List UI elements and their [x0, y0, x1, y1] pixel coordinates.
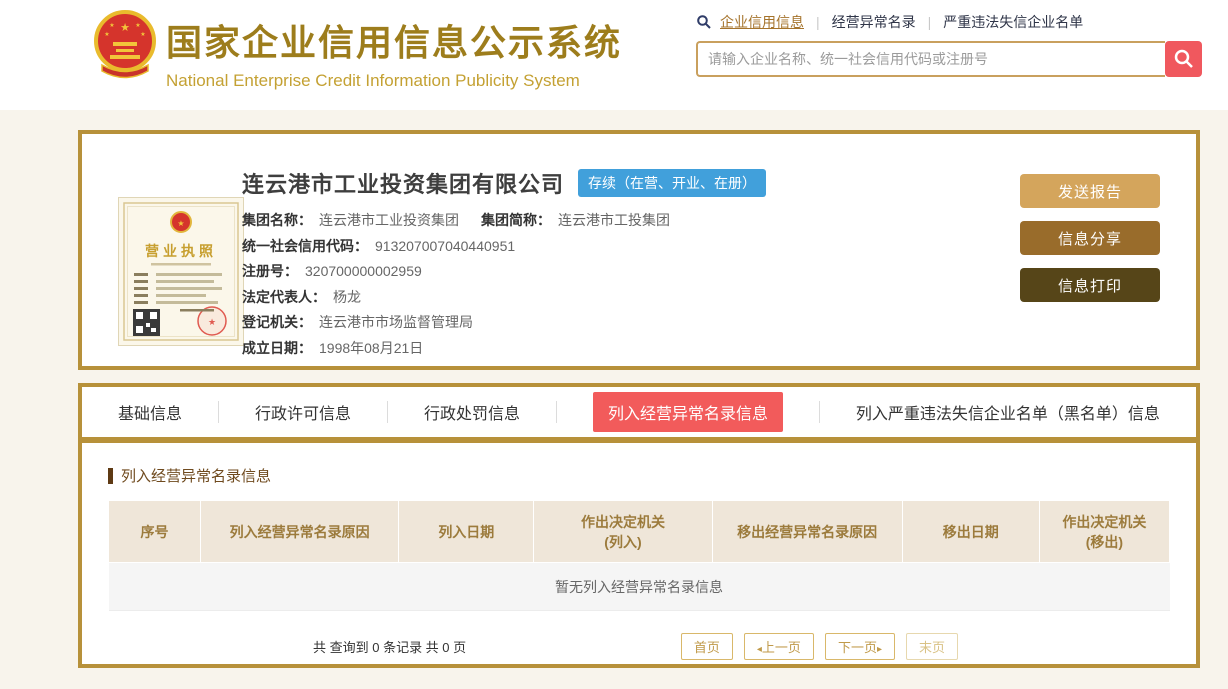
- svg-text:★: ★: [120, 22, 130, 34]
- section-title: 列入经营异常名录信息: [121, 465, 271, 486]
- col-header-removal-date: 移出日期: [902, 501, 1039, 563]
- pagination-bar: 共 查询到 0 条记录 共 0 页 首页 ◂上一页 下一页▸ 末页: [108, 633, 1170, 660]
- field-value: 连云港市市场监督管理局: [319, 314, 473, 330]
- field-value: 913207007040440951: [375, 238, 515, 254]
- nav-divider: |: [928, 14, 932, 30]
- search-icon: [696, 14, 712, 30]
- tab-divider: [556, 401, 557, 423]
- nav-divider: |: [816, 14, 820, 30]
- info-row-registration-authority: 登记机关： 连云港市市场监督管理局: [242, 310, 766, 336]
- field-label: 集团名称：: [242, 212, 312, 228]
- nav-link-enterprise-credit[interactable]: 企业信用信息: [720, 12, 804, 32]
- table-empty-row: 暂无列入经营异常名录信息: [109, 563, 1170, 611]
- license-title: 营业执照: [145, 243, 217, 259]
- col-header-removal-authority: 作出决定机关 (移出): [1039, 501, 1169, 563]
- field-value: 连云港市工业投资集团: [319, 212, 459, 228]
- national-emblem-logo: ★ ★ ★ ★ ★: [92, 9, 158, 81]
- svg-text:★: ★: [140, 31, 145, 38]
- prev-page-button[interactable]: ◂上一页: [744, 633, 814, 660]
- col-header-index: 序号: [109, 501, 201, 563]
- company-name: 连云港市工业投资集团有限公司: [242, 167, 564, 199]
- field-value: 连云港市工投集团: [558, 212, 670, 228]
- tab-bar: 基础信息 行政许可信息 行政处罚信息 列入经营异常名录信息 列入严重违法失信企业…: [82, 387, 1196, 437]
- top-nav: 企业信用信息 | 经营异常名录 | 严重违法失信企业名单: [696, 12, 1202, 32]
- tab-divider: [218, 401, 219, 423]
- table-header-row: 序号 列入经营异常名录原因 列入日期 作出决定机关 (列入) 移出经营异常名录原…: [109, 501, 1170, 563]
- field-label: 统一社会信用代码：: [242, 238, 368, 254]
- search-input[interactable]: [696, 41, 1165, 77]
- nav-link-abnormal-operations[interactable]: 经营异常名录: [832, 12, 916, 32]
- field-value: 1998年08月21日: [319, 340, 423, 356]
- section-title-marker: [108, 468, 113, 484]
- col-header-inclusion-date: 列入日期: [399, 501, 534, 563]
- col-header-removal-reason: 移出经营异常名录原因: [712, 501, 902, 563]
- header-search-area: 企业信用信息 | 经营异常名录 | 严重违法失信企业名单: [696, 12, 1202, 77]
- col-header-inclusion-authority: 作出决定机关 (列入): [534, 501, 712, 563]
- site-title: 国家企业信用信息公示系统: [166, 14, 622, 66]
- company-info-list: 集团名称： 连云港市工业投资集团 集团简称： 连云港市工投集团 统一社会信用代码： 91…: [242, 208, 766, 361]
- svg-text:★: ★: [109, 22, 114, 29]
- info-row-establishment-date: 成立日期： 1998年08月21日: [242, 336, 766, 362]
- tab-serious-violations-blacklist[interactable]: 列入严重违法失信企业名单（黑名单）信息: [856, 400, 1160, 424]
- col-header-inclusion-reason: 列入经营异常名录原因: [201, 501, 399, 563]
- tab-abnormal-operations[interactable]: 列入经营异常名录信息: [593, 392, 783, 432]
- info-row-group-name: 集团名称： 连云港市工业投资集团 集团简称： 连云港市工投集团: [242, 208, 766, 234]
- last-page-button[interactable]: 末页: [906, 633, 958, 660]
- field-label: 登记机关：: [242, 314, 312, 330]
- license-qr-code: [133, 309, 160, 336]
- field-label: 法定代表人：: [242, 289, 326, 305]
- info-row-legal-representative: 法定代表人： 杨龙: [242, 285, 766, 311]
- tab-divider: [819, 401, 820, 423]
- svg-text:★: ★: [135, 22, 140, 29]
- tab-administrative-licensing[interactable]: 行政许可信息: [255, 400, 351, 424]
- nav-link-serious-violations[interactable]: 严重违法失信企业名单: [943, 12, 1083, 32]
- tab-administrative-penalty[interactable]: 行政处罚信息: [424, 400, 520, 424]
- status-badge: 存续（在营、开业、在册）: [578, 169, 766, 197]
- site-header: ★ ★ ★ ★ ★ 国家企业信用信息公示系统 National Enterpri…: [0, 0, 1228, 110]
- info-row-registration-number: 注册号： 320700000002959: [242, 259, 766, 285]
- abnormal-operations-table: 序号 列入经营异常名录原因 列入日期 作出决定机关 (列入) 移出经营异常名录原…: [108, 500, 1170, 611]
- search-icon: [1173, 48, 1195, 70]
- svg-text:★: ★: [104, 31, 109, 38]
- send-report-button[interactable]: 发送报告: [1020, 174, 1160, 208]
- svg-text:★: ★: [208, 317, 216, 327]
- action-buttons: 发送报告 信息分享 信息打印: [1020, 174, 1160, 315]
- tab-basic-info[interactable]: 基础信息: [118, 400, 182, 424]
- prev-page-label: 上一页: [762, 640, 801, 655]
- search-button[interactable]: [1165, 41, 1202, 77]
- company-summary-card: ★ 营业执照 ★ 连云港市工业投资集团有: [78, 130, 1200, 370]
- field-label: 集团简称：: [481, 212, 551, 228]
- first-page-button[interactable]: 首页: [681, 633, 733, 660]
- next-page-button[interactable]: 下一页▸: [825, 633, 895, 660]
- site-subtitle: National Enterprise Credit Information P…: [166, 71, 622, 91]
- next-arrow-icon: ▸: [877, 644, 882, 655]
- record-count-summary: 共 查询到 0 条记录 共 0 页: [313, 637, 466, 656]
- next-page-label: 下一页: [838, 640, 877, 655]
- empty-message: 暂无列入经营异常名录信息: [109, 563, 1170, 611]
- field-value: 杨龙: [333, 289, 361, 305]
- field-value: 320700000002959: [305, 263, 422, 279]
- field-label: 注册号：: [242, 263, 298, 279]
- info-row-credit-code: 统一社会信用代码： 913207007040440951: [242, 234, 766, 260]
- share-info-button[interactable]: 信息分享: [1020, 221, 1160, 255]
- print-info-button[interactable]: 信息打印: [1020, 268, 1160, 302]
- field-label: 成立日期：: [242, 340, 312, 356]
- tab-divider: [387, 401, 388, 423]
- detail-tabs-card: 基础信息 行政许可信息 行政处罚信息 列入经营异常名录信息 列入严重违法失信企业…: [78, 383, 1200, 668]
- svg-text:★: ★: [177, 219, 184, 228]
- business-license-thumbnail[interactable]: ★ 营业执照 ★: [118, 197, 244, 346]
